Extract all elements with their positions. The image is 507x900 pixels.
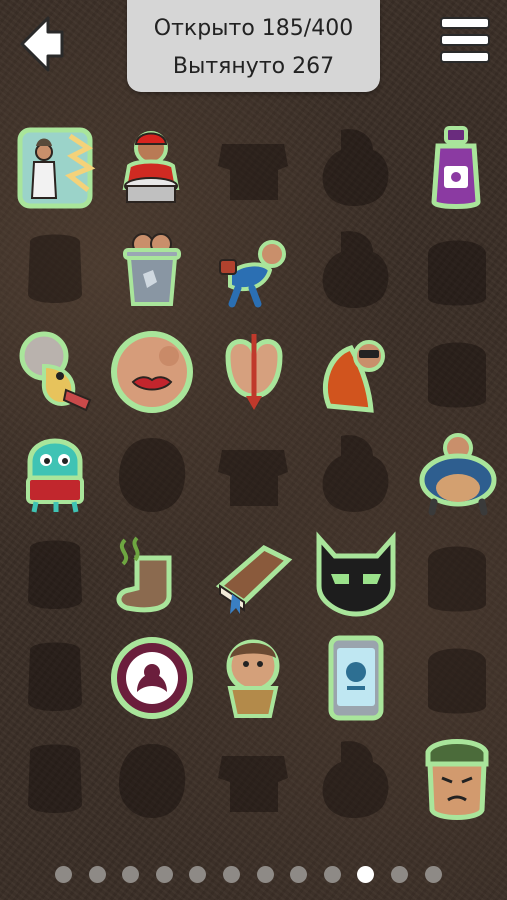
locked-sticker-slot[interactable] [208,428,298,520]
sticker-trash-can-man[interactable] [107,224,197,316]
locked-silhouette-icon [28,642,82,711]
locked-sticker-slot[interactable] [10,530,100,622]
locked-sticker-slot[interactable] [10,632,100,724]
back-button[interactable] [18,14,70,74]
locked-sticker-slot[interactable] [311,428,401,520]
locked-silhouette-icon [428,240,486,306]
sticker-flying-man[interactable] [208,224,298,316]
locked-sticker-slot[interactable] [311,734,401,826]
smelly-sock-icon [116,536,172,613]
drummer-icon [122,131,180,203]
locked-sticker-slot[interactable] [10,224,100,316]
page-dot[interactable] [391,866,408,883]
opened-count: Открыто 185/400 [153,16,354,41]
sticker-butt-arrow[interactable] [208,326,298,418]
book-icon [215,545,293,614]
collection-stats-panel: Открыто 185/400 Вытянуто 267 [127,0,380,92]
page-dot[interactable] [88,866,106,883]
sticker-purple-bottle[interactable] [412,122,502,214]
locked-silhouette-icon [119,438,186,512]
locked-silhouette-icon [28,540,82,609]
locked-sticker-slot[interactable] [412,632,502,724]
praying-man-card-icon [17,127,96,209]
page-dot-active[interactable] [357,866,375,883]
sticker-bat-mask[interactable] [311,530,401,622]
old-lady-icon [19,331,92,412]
locked-sticker-slot[interactable] [10,734,100,826]
locked-silhouette-icon [28,744,82,813]
locked-silhouette-icon [428,648,486,714]
flying-man-icon [219,240,286,308]
locked-sticker-slot[interactable] [311,224,401,316]
round-badge-icon [111,637,193,719]
locked-sticker-slot[interactable] [412,326,502,418]
sticker-round-badge[interactable] [107,632,197,724]
locked-silhouette-icon [322,129,389,206]
sticker-cupcake-man[interactable] [208,632,298,724]
soldier-head-icon [425,739,489,820]
page-dot[interactable] [55,866,72,883]
sticker-red-hair-man[interactable] [311,326,401,418]
sticker-phone[interactable] [311,632,401,724]
trash-can-man-icon [123,233,181,306]
squid-drinker-icon [26,438,84,513]
fat-man-icon [419,433,497,516]
locked-silhouette-icon [218,756,288,812]
red-hair-man-icon [322,340,385,413]
page-dot[interactable] [223,866,240,883]
locked-sticker-slot[interactable] [311,122,401,214]
locked-silhouette-icon [322,231,389,308]
locked-silhouette-icon [322,435,389,512]
sticker-praying-man-card[interactable] [10,122,100,214]
locked-sticker-slot[interactable] [208,122,298,214]
menu-button[interactable] [438,14,492,66]
page-dot[interactable] [122,866,140,883]
locked-sticker-slot[interactable] [107,428,197,520]
pulled-count: Вытянуто 267 [172,54,335,79]
locked-silhouette-icon [218,450,288,506]
lips-face-icon [111,331,193,413]
locked-sticker-slot[interactable] [412,530,502,622]
page-dot[interactable] [290,866,308,883]
locked-silhouette-icon [322,741,389,818]
page-dot[interactable] [323,866,341,883]
sticker-fat-man[interactable] [412,428,502,520]
locked-silhouette-icon [218,144,288,200]
purple-bottle-icon [431,126,481,209]
sticker-drummer[interactable] [107,122,197,214]
locked-silhouette-icon [428,546,486,612]
sticker-smelly-sock[interactable] [107,530,197,622]
sticker-book[interactable] [208,530,298,622]
page-dot[interactable] [424,866,442,883]
page-dot[interactable] [189,866,207,883]
sticker-squid-drinker[interactable] [10,428,100,520]
butt-arrow-icon [225,334,283,410]
page-dot[interactable] [155,866,173,883]
page-dot[interactable] [256,866,274,883]
sticker-old-lady[interactable] [10,326,100,418]
cupcake-man-icon [226,639,280,718]
locked-silhouette-icon [428,342,486,408]
locked-sticker-slot[interactable] [107,734,197,826]
locked-sticker-slot[interactable] [208,734,298,826]
locked-silhouette-icon [28,234,82,303]
phone-icon [328,635,384,721]
hamburger-menu-icon [440,17,490,63]
bat-mask-icon [316,531,396,617]
page-indicator [55,864,455,886]
sticker-soldier-head[interactable] [412,734,502,826]
sticker-lips-face[interactable] [107,326,197,418]
back-arrow-icon [20,16,64,72]
locked-silhouette-icon [119,744,186,818]
locked-sticker-slot[interactable] [412,224,502,316]
